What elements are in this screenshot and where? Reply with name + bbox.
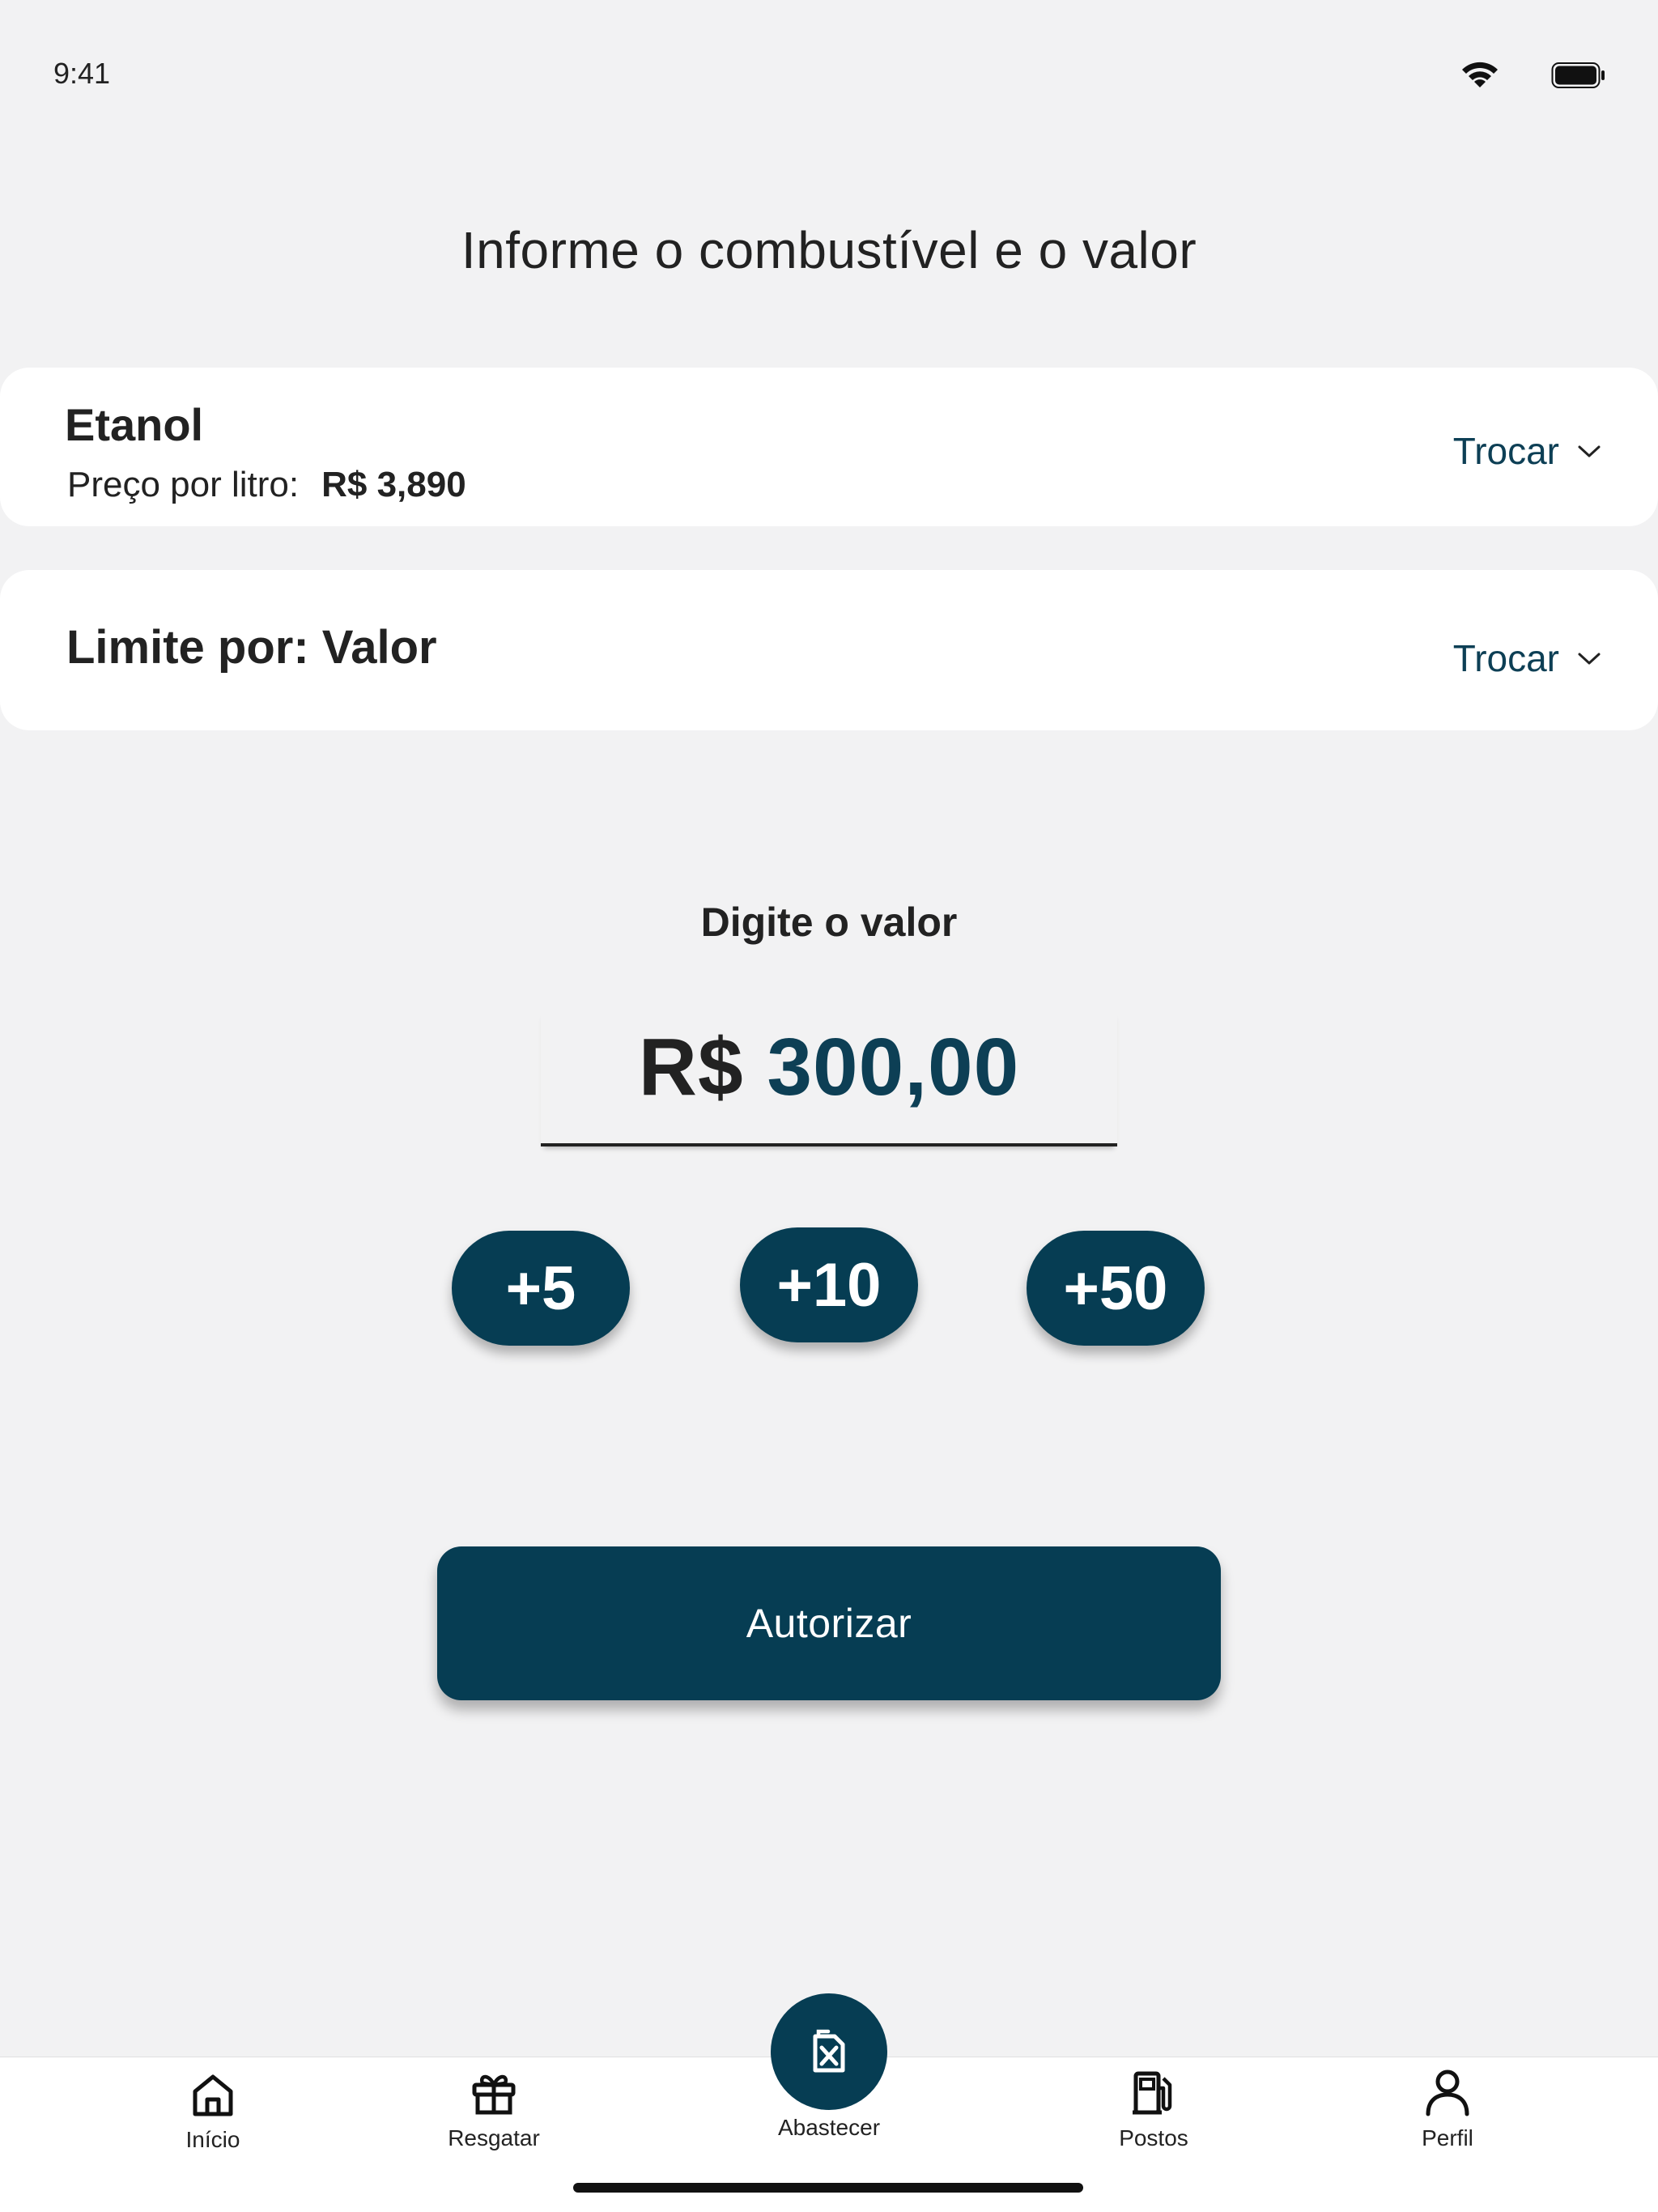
status-time: 9:41: [53, 57, 111, 90]
limit-label: Limite por: Valor: [66, 621, 437, 674]
tab-postos[interactable]: Postos: [1073, 2069, 1235, 2151]
change-fuel-button[interactable]: Trocar: [1453, 429, 1601, 473]
change-limit-label: Trocar: [1452, 637, 1559, 679]
user-icon: [1426, 2069, 1469, 2116]
limit-card: Limite por: Valor Trocar: [0, 570, 1658, 730]
fuel-pump-icon: [1133, 2071, 1172, 2115]
add-10-button[interactable]: +10: [740, 1227, 918, 1342]
value-input[interactable]: R$ 300,00: [541, 1010, 1117, 1146]
fuel-name: Etanol: [65, 399, 204, 450]
tab-inicio[interactable]: Início: [132, 2070, 294, 2153]
page-title: Informe o combustível e o valor: [461, 221, 1197, 279]
tab-resgatar[interactable]: Resgatar: [413, 2069, 575, 2151]
value-input-label: Digite o valor: [700, 900, 958, 945]
tab-inicio-label: Início: [185, 2127, 240, 2152]
value-display: R$ 300,00: [541, 1010, 1117, 1124]
tab-resgatar-label: Resgatar: [448, 2125, 540, 2150]
add-50-button[interactable]: +50: [1027, 1231, 1205, 1346]
screen: 9:41 Informe o combustível e o valor Eta…: [0, 0, 1658, 2212]
tab-abastecer-label: Abastecer: [777, 2115, 881, 2140]
chevron-down-icon: [1578, 445, 1601, 457]
home-icon: [193, 2074, 233, 2116]
abastecer-fab[interactable]: [771, 1993, 887, 2110]
tab-postos-label: Postos: [1119, 2125, 1188, 2150]
add-5-button[interactable]: +5: [452, 1231, 630, 1346]
chevron-down-icon: [1578, 653, 1601, 665]
gift-icon: [472, 2074, 516, 2115]
price-row: Preço por litro: R$ 3,890: [67, 465, 466, 505]
tab-perfil-label: Perfil: [1422, 2125, 1473, 2150]
tab-perfil[interactable]: Perfil: [1367, 2067, 1528, 2151]
fuel-can-icon: [813, 2029, 845, 2073]
authorize-button[interactable]: Autorizar: [437, 1546, 1221, 1700]
wifi-icon: [1462, 62, 1498, 87]
amount-value: 300,00: [767, 1022, 1020, 1112]
price-label: Preço por litro:: [67, 465, 300, 504]
change-limit-button[interactable]: Trocar: [1453, 636, 1601, 680]
fuel-card: Etanol Preço por litro: R$ 3,890 Trocar: [0, 368, 1658, 526]
tab-abastecer[interactable]: Abastecer: [748, 1993, 910, 2141]
price-value: R$ 3,890: [321, 465, 466, 504]
change-fuel-label: Trocar: [1452, 430, 1559, 472]
home-indicator: [573, 2183, 1083, 2193]
currency-symbol: R$: [638, 1022, 744, 1112]
battery-icon: [1551, 62, 1605, 88]
